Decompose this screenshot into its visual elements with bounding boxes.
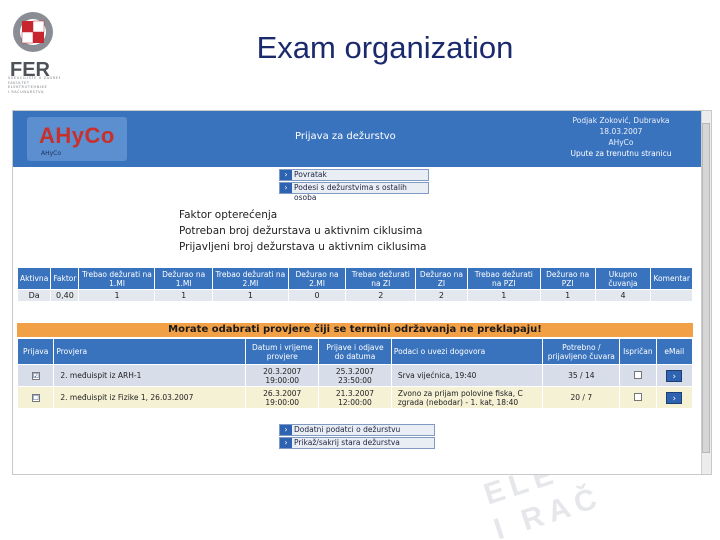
email-cell: ›	[655, 364, 694, 387]
cell: 0,40	[50, 289, 80, 302]
arrow-right-icon: ›	[280, 170, 292, 180]
col-header: Ispričan	[619, 338, 657, 365]
warning-banner: Morate odabrati provjere čiji se termini…	[17, 323, 693, 337]
system-name: AHyCo	[608, 138, 634, 147]
excused-checkbox[interactable]	[633, 370, 642, 379]
email-button[interactable]: ›	[666, 369, 683, 382]
help-link[interactable]: Upute za trenutnu stranicu	[541, 148, 701, 159]
guards-ratio: 35 / 14	[542, 364, 621, 387]
col-header: Dežurao na 1.MI	[154, 267, 213, 290]
arrow-right-icon: ›	[280, 438, 292, 448]
col-header: Prijave i odjave do datuma	[318, 338, 392, 365]
col-header: Prijava	[16, 338, 55, 365]
current-date: 18.03.2007	[599, 127, 643, 136]
exam-name: 2. međuispit iz Fizike 1, 26.03.2007	[53, 386, 247, 409]
register-cell: ☑	[16, 364, 55, 387]
excused-cell	[619, 364, 657, 387]
col-header: eMail	[655, 338, 694, 365]
guards-ratio: 20 / 7	[542, 386, 621, 409]
col-header: Provjera	[53, 338, 247, 365]
deadline-date: 21.3.2007 12:00:00	[318, 386, 392, 409]
user-name: Podjak Zoković, Dubravka	[572, 116, 670, 125]
deadline-date: 25.3.2007 23:50:00	[318, 364, 392, 387]
extra-info-button[interactable]: › Dodatni podatci o dežurstvu	[279, 424, 435, 436]
user-info: Podjak Zoković, Dubravka 18.03.2007 AHyC…	[541, 115, 701, 159]
col-header: Faktor	[50, 267, 80, 290]
excused-checkbox[interactable]	[633, 392, 642, 401]
col-header: Komentar	[650, 267, 693, 290]
col-header: Podaci o uvezi dogovora	[390, 338, 544, 365]
col-header: Potrebno / prijavljeno čuvara	[542, 338, 621, 365]
summary-table: Aktivna Faktor Trebao dežurati na 1.MI D…	[16, 267, 693, 302]
brand-sub: AHyCo	[41, 150, 62, 157]
table-row: Da 0,40 1 1 1 0 2 2 1 1 4	[16, 289, 693, 302]
cell: 1	[211, 289, 289, 302]
arrow-right-icon: ›	[280, 425, 292, 435]
stat-registered: Prijavljeni broj dežurstava u aktivnim c…	[179, 241, 427, 253]
table-row: ☑ 2. međuispit iz ARH-1 20.3.2007 19:00:…	[16, 364, 694, 387]
cell	[650, 289, 693, 302]
cell: 1	[78, 289, 156, 302]
register-checkbox[interactable]: ☐	[31, 394, 40, 402]
cell: 2	[345, 289, 417, 302]
cell: 1	[539, 289, 596, 302]
table-header-row: Aktivna Faktor Trebao dežurati na 1.MI D…	[16, 267, 693, 290]
col-header: Trebao dežurati na ZI	[345, 267, 417, 290]
exam-name: 2. međuispit iz ARH-1	[53, 364, 247, 387]
back-button[interactable]: › Povratak	[279, 169, 429, 181]
app-window: AHyCo AHyCo Prijava za dežurstvo Podjak …	[12, 110, 712, 475]
cell: 1	[466, 289, 541, 302]
col-header: Ukupno čuvanja	[594, 267, 652, 290]
email-button[interactable]: ›	[666, 391, 683, 404]
email-cell: ›	[655, 386, 694, 409]
col-header: Trebao dežurati na 2.MI	[211, 267, 289, 290]
table-header-row: Prijava Provjera Datum i vrijeme provjer…	[16, 338, 694, 365]
excused-cell	[619, 386, 657, 409]
col-header: Dežurao na PZI	[539, 267, 596, 290]
scrollbar[interactable]	[701, 111, 711, 474]
cell: Da	[16, 289, 52, 302]
cell: 4	[594, 289, 652, 302]
register-checkbox[interactable]: ☑	[31, 372, 40, 380]
col-header: Datum i vrijeme provjere	[245, 338, 320, 365]
table-row: ☐ 2. međuispit iz Fizike 1, 26.03.2007 2…	[16, 386, 694, 409]
exam-info: Srva vijećnica, 19:40	[390, 364, 544, 387]
col-header: Dežurao na 2.MI	[287, 267, 347, 290]
col-header: Dežurao na ZI	[415, 267, 468, 290]
stat-load-factor: Faktor opterećenja	[179, 209, 278, 221]
register-cell: ☐	[16, 386, 55, 409]
col-header: Aktivna	[16, 267, 52, 290]
stats-labels: Faktor opterećenja Potreban broj dežurst…	[179, 207, 426, 255]
brand-logo[interactable]: AHyCo AHyCo	[27, 117, 127, 161]
app-header: AHyCo AHyCo Prijava za dežurstvo Podjak …	[13, 111, 711, 167]
exam-info: Zvono za prijam polovine fiska, C zgrada…	[390, 386, 544, 409]
sync-duties-button[interactable]: › Podesi s dežurstvima s ostalih osoba	[279, 182, 429, 202]
exam-date: 20.3.2007 19:00:00	[245, 364, 320, 387]
brand-name: AHyCo	[39, 123, 115, 148]
logo-text: SVEUČILIŠTE U ZAGREBU FAKULTET ELEKTROTE…	[8, 76, 60, 94]
page-title: Prijava za dežurstvo	[295, 131, 396, 142]
cell: 1	[154, 289, 213, 302]
cell: 2	[415, 289, 468, 302]
toggle-old-duties-button[interactable]: › Prikaž/sakrij stara dežurstva	[279, 437, 435, 449]
exam-date: 26.3.2007 19:00:00	[245, 386, 320, 409]
exams-table: Prijava Provjera Datum i vrijeme provjer…	[16, 338, 694, 409]
col-header: Trebao dežurati na 1.MI	[78, 267, 156, 290]
slide-title: Exam organization	[256, 30, 514, 65]
scrollbar-thumb[interactable]	[702, 123, 710, 453]
stat-required: Potreban broj dežurstava u aktivnim cikl…	[179, 225, 423, 237]
arrow-right-icon: ›	[280, 183, 292, 193]
col-header: Trebao dežurati na PZI	[466, 267, 541, 290]
cell: 0	[287, 289, 347, 302]
